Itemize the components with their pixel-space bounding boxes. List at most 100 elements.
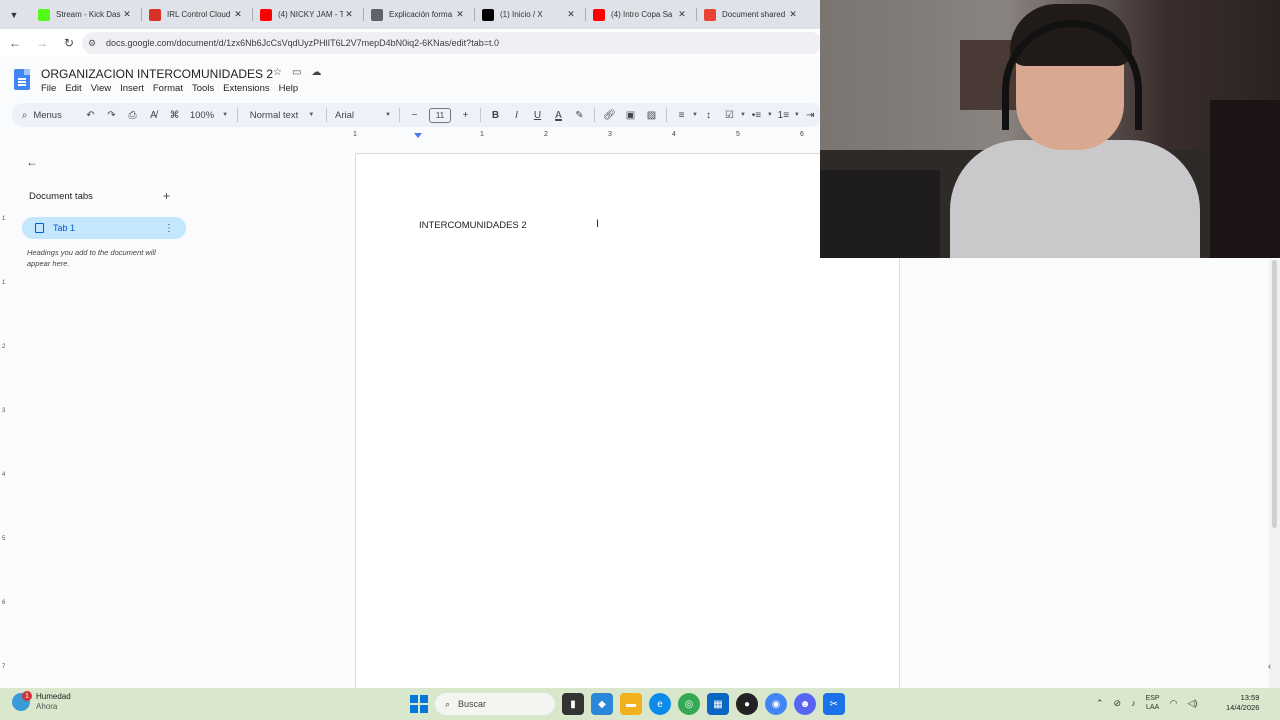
paint-format-icon[interactable]: ⌘ bbox=[164, 105, 185, 125]
vertical-ruler[interactable]: 1 1 2 3 4 5 6 7 bbox=[0, 150, 10, 690]
tab-search-chevron-icon[interactable]: ▼ bbox=[6, 7, 22, 23]
spellcheck-icon[interactable]: A̸ bbox=[143, 105, 164, 125]
print-icon[interactable]: ⎙ bbox=[122, 105, 143, 125]
taskbar-clock[interactable]: 13:59 14/4/2026 bbox=[1226, 693, 1259, 713]
title-actions: ☆ ▭ ☁ bbox=[273, 67, 321, 78]
decrease-font-size-icon[interactable]: − bbox=[404, 105, 425, 125]
increase-font-size-icon[interactable]: + bbox=[455, 105, 476, 125]
close-tab-icon[interactable]: ✕ bbox=[121, 9, 133, 20]
indent-marker[interactable] bbox=[414, 133, 422, 138]
language-indicator[interactable]: ESP LAA bbox=[1146, 694, 1160, 712]
close-tab-icon[interactable]: ✕ bbox=[676, 9, 688, 20]
indent-icon[interactable]: ⇥ bbox=[800, 105, 821, 125]
forward-icon[interactable]: → bbox=[30, 31, 54, 55]
zoom-select[interactable]: 100% ▼ bbox=[185, 105, 233, 125]
menu-tools[interactable]: Tools bbox=[192, 83, 214, 94]
document-body-text[interactable]: INTERCOMUNIDADES 2 bbox=[419, 220, 527, 231]
comment-icon[interactable]: ▣ bbox=[620, 105, 641, 125]
microsoft-store-icon[interactable]: ▦ bbox=[707, 693, 729, 715]
document-page[interactable]: INTERCOMUNIDADES 2 I bbox=[355, 153, 900, 693]
file-explorer-icon[interactable]: ▬ bbox=[620, 693, 642, 715]
site-info-icon[interactable]: ⚙ bbox=[88, 38, 102, 49]
menu-file[interactable]: File bbox=[41, 83, 56, 94]
line-spacing-icon[interactable]: ↕ bbox=[698, 105, 719, 125]
scrollbar-thumb[interactable] bbox=[1272, 260, 1277, 528]
search-menus-button[interactable]: ⌕ Menus bbox=[12, 105, 80, 125]
webcam-chair bbox=[1210, 100, 1280, 258]
align-icon[interactable]: ≡ bbox=[671, 105, 692, 125]
cloud-status-icon[interactable]: ☁ bbox=[311, 67, 321, 78]
bold-icon[interactable]: B bbox=[485, 105, 506, 125]
undo-icon[interactable]: ↶ bbox=[80, 105, 101, 125]
youtube-icon bbox=[260, 8, 272, 21]
star-icon[interactable]: ☆ bbox=[273, 67, 282, 78]
store-app-icon[interactable]: ◆ bbox=[591, 693, 613, 715]
windows-start-icon[interactable] bbox=[410, 695, 428, 713]
wifi-icon[interactable]: ◠ bbox=[1170, 698, 1178, 709]
network-status-icon[interactable]: ⊘ bbox=[1114, 698, 1122, 709]
ruler-tick: 4 bbox=[672, 131, 676, 138]
document-title[interactable]: ORGANIZACION INTERCOMUNIDADES 2 bbox=[41, 67, 273, 81]
discord-icon[interactable]: ☻ bbox=[794, 693, 816, 715]
ruler-tick: 6 bbox=[2, 600, 6, 606]
close-tab-icon[interactable]: ✕ bbox=[565, 9, 577, 20]
vertical-scrollbar[interactable] bbox=[1269, 260, 1280, 688]
menu-help[interactable]: Help bbox=[279, 83, 299, 94]
move-folder-icon[interactable]: ▭ bbox=[292, 67, 301, 78]
link-icon[interactable]: 🔗︎ bbox=[599, 105, 620, 125]
docs-logo-icon[interactable] bbox=[14, 69, 30, 90]
show-hidden-icons-icon[interactable]: ⌃ bbox=[1096, 698, 1104, 709]
paragraph-style-select[interactable]: Normal text ▼ bbox=[242, 105, 322, 125]
underline-icon[interactable]: U bbox=[527, 105, 548, 125]
reload-icon[interactable]: ↻ bbox=[57, 31, 81, 55]
menu-view[interactable]: View bbox=[91, 83, 111, 94]
back-icon[interactable]: ← bbox=[3, 31, 27, 55]
menu-insert[interactable]: Insert bbox=[120, 83, 144, 94]
url-field[interactable]: ⚙ docs.google.com/document/d/1zx6Nb6JcCs… bbox=[82, 32, 822, 54]
weather-widget[interactable]: 1 Humedad Ahora bbox=[12, 691, 71, 712]
edge-icon[interactable]: e bbox=[649, 693, 671, 715]
browser-tab[interactable]: IRL Control Cloud ✕ bbox=[141, 0, 252, 29]
taskbar-search[interactable]: ⌕ Buscar bbox=[435, 693, 555, 715]
close-tab-icon[interactable]: ✕ bbox=[787, 9, 799, 20]
browser-tab[interactable]: Explicación forma ✕ bbox=[363, 0, 474, 29]
sidebar-tab-1[interactable]: Tab 1 ⋮ bbox=[22, 217, 186, 239]
close-tab-icon[interactable]: ✕ bbox=[454, 9, 466, 20]
numbered-list-icon[interactable]: 1≡ bbox=[773, 105, 794, 125]
close-tab-icon[interactable]: ✕ bbox=[232, 9, 244, 20]
document-tabs-sidebar: ← Document tabs + Tab 1 ⋮ Headings you a… bbox=[12, 143, 202, 688]
snipping-tool-icon[interactable]: ✂ bbox=[823, 693, 845, 715]
image-icon[interactable]: ▨ bbox=[641, 105, 662, 125]
menu-edit[interactable]: Edit bbox=[65, 83, 81, 94]
menu-extensions[interactable]: Extensions bbox=[223, 83, 269, 94]
browser-tab[interactable]: Stream - Kick Das ✕ bbox=[30, 0, 141, 29]
webcam-desk bbox=[820, 170, 940, 258]
obs-icon[interactable]: ● bbox=[736, 693, 758, 715]
redo-icon[interactable]: ↷ bbox=[101, 105, 122, 125]
browser-tab[interactable]: Document shared ✕ bbox=[696, 0, 807, 29]
font-select[interactable]: Arial ▼ bbox=[331, 105, 395, 125]
italic-icon[interactable]: I bbox=[506, 105, 527, 125]
more-options-icon[interactable]: ⋮ bbox=[164, 223, 174, 234]
checklist-icon[interactable]: ☑ bbox=[719, 105, 740, 125]
text-color-icon[interactable]: A bbox=[548, 105, 569, 125]
chrome-icon[interactable]: ◎ bbox=[678, 693, 700, 715]
menu-format[interactable]: Format bbox=[153, 83, 183, 94]
browser-tab[interactable]: (4) Intro Copa Sa ✕ bbox=[585, 0, 696, 29]
browser-tab[interactable]: (1) Inicio / X ✕ bbox=[474, 0, 585, 29]
browser-tab[interactable]: (4) NICKY JAM - T ✕ bbox=[252, 0, 363, 29]
task-view-icon[interactable]: ▮ bbox=[562, 693, 584, 715]
add-tab-icon[interactable]: + bbox=[163, 189, 170, 203]
chrome-profile-icon[interactable]: ◉ bbox=[765, 693, 787, 715]
microphone-icon[interactable]: ♪ bbox=[1131, 698, 1136, 708]
ruler-tick: 2 bbox=[544, 131, 548, 138]
chevron-left-icon[interactable]: ‹ bbox=[1268, 661, 1280, 677]
font-size-input[interactable]: 11 bbox=[429, 107, 451, 123]
horizontal-ruler[interactable]: 1 1 2 3 4 5 6 bbox=[353, 130, 820, 142]
highlight-icon[interactable]: ✎ bbox=[569, 105, 590, 125]
close-tab-icon[interactable]: ✕ bbox=[343, 9, 355, 20]
volume-icon[interactable]: ◁) bbox=[1187, 698, 1197, 709]
close-outline-arrow-icon[interactable]: ← bbox=[26, 155, 38, 169]
youtube-icon bbox=[593, 8, 605, 21]
bulleted-list-icon[interactable]: •≡ bbox=[746, 105, 767, 125]
